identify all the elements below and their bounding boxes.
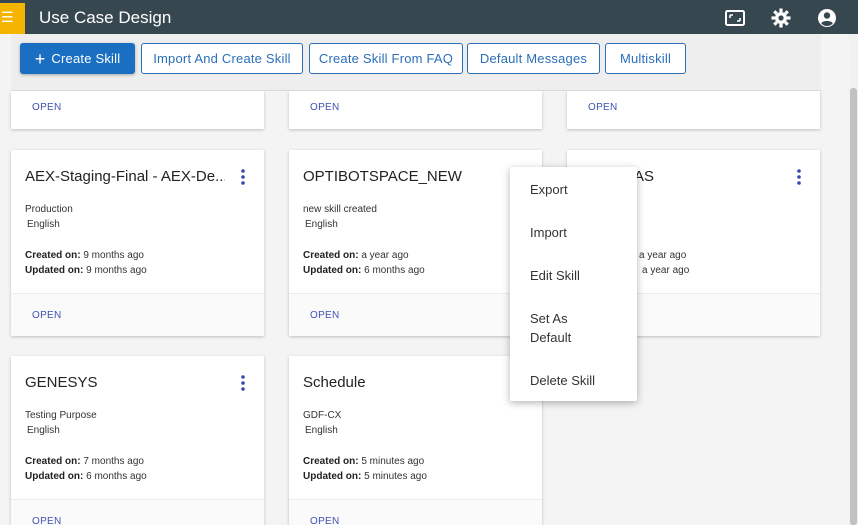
created-value: 7 months ago <box>83 456 144 467</box>
card-footer: OPEN <box>11 293 264 336</box>
created-label: Created on: <box>25 456 81 467</box>
skill-card-top-3: OPEN <box>567 91 820 129</box>
updated-value: 6 months ago <box>86 471 147 482</box>
import-and-create-skill-button[interactable]: Import And Create Skill <box>141 43 303 74</box>
menu-icon[interactable]: ☰ <box>0 3 25 34</box>
card-footer: OPEN <box>289 499 542 525</box>
updated-on: Updated on: 5 minutes ago <box>303 471 427 482</box>
skill-card-top-2: OPEN <box>289 91 542 129</box>
skill-card: OPTIBOTSPACE_NEW new skill created Engli… <box>289 150 542 336</box>
set-as-default-line1: Set As <box>530 311 568 326</box>
plus-icon: + <box>34 49 46 69</box>
skill-title: Schedule <box>303 374 366 391</box>
created-value: 5 minutes ago <box>361 456 425 467</box>
created-label: Created on: <box>303 456 359 467</box>
set-as-default-line2: Default <box>530 330 572 345</box>
created-on: Created on: 7 months ago <box>25 456 144 467</box>
skill-card-top-1: OPEN <box>11 91 264 129</box>
menu-item-delete-skill[interactable]: Delete Skill <box>530 371 595 390</box>
updated-label: Updated on: <box>303 471 362 482</box>
skill-context-menu: Export Import Edit Skill Set As Default … <box>510 167 637 401</box>
updated-on: a year ago <box>642 265 689 276</box>
created-on: Created on: 9 months ago <box>25 250 144 261</box>
more-options-icon[interactable] <box>796 169 802 185</box>
account-icon[interactable] <box>816 7 838 29</box>
open-link[interactable]: OPEN <box>32 516 62 525</box>
skill-card: AEX-Staging-Final - AEX-De... Production… <box>11 150 264 336</box>
skill-language: English <box>305 219 338 230</box>
menu-item-set-as-default[interactable]: Set As Default <box>530 309 571 347</box>
created-on: a year ago <box>639 250 686 261</box>
updated-value: 6 months ago <box>364 265 425 276</box>
updated-value: a year ago <box>642 265 690 276</box>
skill-language: English <box>27 425 60 436</box>
settings-icon[interactable] <box>770 7 792 29</box>
updated-value: 5 minutes ago <box>364 471 427 482</box>
default-messages-button[interactable]: Default Messages <box>467 43 600 74</box>
page-title: Use Case Design <box>39 8 172 27</box>
create-skill-from-faq-button[interactable]: Create Skill From FAQ <box>309 43 463 74</box>
updated-label: Updated on: <box>25 471 84 482</box>
multiskill-button[interactable]: Multiskill <box>605 43 686 74</box>
app-header: ☰ Use Case Design <box>0 0 858 34</box>
created-value: 9 months ago <box>83 250 144 261</box>
created-value: a year ago <box>361 250 409 261</box>
updated-on: Updated on: 6 months ago <box>303 265 425 276</box>
skill-card: Schedule GDF-CX English Created on: 5 mi… <box>289 356 542 525</box>
more-options-icon[interactable] <box>240 169 246 185</box>
card-footer: OPEN <box>11 499 264 525</box>
created-on: Created on: 5 minutes ago <box>303 456 424 467</box>
menu-item-export[interactable]: Export <box>530 180 568 199</box>
skill-description: Production <box>25 204 73 215</box>
created-value: a year ago <box>639 250 687 261</box>
card-footer: OPEN <box>289 293 542 336</box>
updated-label: Updated on: <box>303 265 362 276</box>
skill-card: GENESYS Testing Purpose English Created … <box>11 356 264 525</box>
menu-item-edit-skill[interactable]: Edit Skill <box>530 266 580 285</box>
skill-title: AEX-Staging-Final - AEX-De... <box>25 168 225 185</box>
open-link[interactable]: OPEN <box>310 516 340 525</box>
action-toolbar: + Create Skill Import And Create Skill Cr… <box>11 34 821 91</box>
open-link[interactable]: OPEN <box>310 102 340 113</box>
updated-on: Updated on: 6 months ago <box>25 471 147 482</box>
open-link[interactable]: OPEN <box>32 102 62 113</box>
updated-label: Updated on: <box>25 265 84 276</box>
updated-on: Updated on: 9 months ago <box>25 265 147 276</box>
skill-language: English <box>305 425 338 436</box>
skill-description: new skill created <box>303 204 377 215</box>
skill-title: AS <box>634 168 655 185</box>
created-on: Created on: a year ago <box>303 250 409 261</box>
create-skill-button[interactable]: + Create Skill <box>20 43 135 74</box>
created-label: Created on: <box>303 250 359 261</box>
menu-item-import[interactable]: Import <box>530 223 567 242</box>
scrollbar-thumb[interactable] <box>850 88 857 525</box>
updated-value: 9 months ago <box>86 265 147 276</box>
skill-description: Testing Purpose <box>25 410 97 421</box>
more-options-icon[interactable] <box>240 375 246 391</box>
create-skill-label: Create Skill <box>51 51 121 66</box>
open-link[interactable]: OPEN <box>310 310 340 321</box>
fullscreen-icon[interactable] <box>724 7 746 29</box>
use-case-design-page: ☰ Use Case Design OPEN OPEN OPEN + Create… <box>0 0 858 525</box>
created-label: Created on: <box>25 250 81 261</box>
skill-language: English <box>27 219 60 230</box>
skill-description: GDF-CX <box>303 410 342 421</box>
open-link[interactable]: OPEN <box>32 310 62 321</box>
skill-title: OPTIBOTSPACE_NEW <box>303 168 462 185</box>
open-link[interactable]: OPEN <box>588 102 618 113</box>
skill-title: GENESYS <box>25 374 98 391</box>
